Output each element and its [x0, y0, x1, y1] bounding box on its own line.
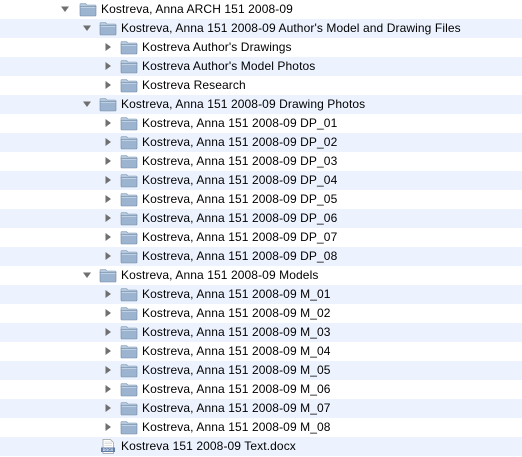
folder-icon — [120, 59, 138, 74]
folder-name: Kostreva, Anna 151 2008-09 M_03 — [142, 325, 331, 339]
folder-icon — [120, 230, 138, 245]
disclosure-triangle-collapsed-icon[interactable] — [103, 289, 113, 299]
disclosure-triangle-collapsed-icon[interactable] — [103, 213, 113, 223]
folder-row[interactable]: Kostreva Author's Drawings — [0, 38, 522, 57]
folder-icon — [120, 154, 138, 169]
docx-file-icon: DOCX — [99, 439, 117, 454]
disclosure-triangle-collapsed-icon[interactable] — [103, 175, 113, 185]
folder-row[interactable]: Kostreva, Anna 151 2008-09 M_01 — [0, 285, 522, 304]
folder-row[interactable]: Kostreva, Anna 151 2008-09 DP_08 — [0, 247, 522, 266]
folder-icon — [120, 173, 138, 188]
folder-name: Kostreva, Anna 151 2008-09 M_01 — [142, 287, 331, 301]
disclosure-triangle-collapsed-icon[interactable] — [103, 327, 113, 337]
disclosure-triangle-collapsed-icon[interactable] — [103, 365, 113, 375]
folder-icon — [120, 192, 138, 207]
folder-name: Kostreva Author's Model Photos — [142, 59, 316, 73]
folder-icon — [120, 306, 138, 321]
folder-row[interactable]: Kostreva, Anna 151 2008-09 DP_04 — [0, 171, 522, 190]
folder-icon — [120, 211, 138, 226]
folder-row[interactable]: Kostreva, Anna 151 2008-09 DP_07 — [0, 228, 522, 247]
folder-name: Kostreva, Anna 151 2008-09 M_06 — [142, 382, 331, 396]
disclosure-triangle-collapsed-icon[interactable] — [103, 118, 113, 128]
folder-name: Kostreva, Anna 151 2008-09 DP_02 — [142, 135, 338, 149]
folder-group-row[interactable]: Kostreva, Anna 151 2008-09 Author's Mode… — [0, 19, 522, 38]
folder-row[interactable]: Kostreva, Anna 151 2008-09 DP_02 — [0, 133, 522, 152]
folder-row[interactable]: Kostreva, Anna 151 2008-09 M_04 — [0, 342, 522, 361]
folder-icon — [120, 420, 138, 435]
folder-name: Kostreva, Anna 151 2008-09 DP_06 — [142, 211, 338, 225]
folder-row[interactable]: Kostreva Research — [0, 76, 522, 95]
folder-name: Kostreva, Anna 151 2008-09 Drawing Photo… — [121, 97, 366, 111]
folder-name: Kostreva, Anna 151 2008-09 M_08 — [142, 420, 331, 434]
folder-name: Kostreva, Anna 151 2008-09 Author's Mode… — [121, 21, 461, 35]
disclosure-triangle-collapsed-icon[interactable] — [103, 42, 113, 52]
folder-name: Kostreva Research — [142, 78, 246, 92]
disclosure-triangle-collapsed-icon[interactable] — [103, 346, 113, 356]
folder-name: Kostreva, Anna 151 2008-09 DP_01 — [142, 116, 338, 130]
disclosure-triangle-collapsed-icon[interactable] — [103, 422, 113, 432]
folder-row[interactable]: Kostreva, Anna 151 2008-09 DP_05 — [0, 190, 522, 209]
folder-group-row[interactable]: Kostreva, Anna 151 2008-09 Drawing Photo… — [0, 95, 522, 114]
folder-row[interactable]: Kostreva, Anna 151 2008-09 M_05 — [0, 361, 522, 380]
folder-name: Kostreva, Anna 151 2008-09 M_04 — [142, 344, 331, 358]
folder-name: Kostreva, Anna 151 2008-09 DP_05 — [142, 192, 338, 206]
folder-group-row[interactable]: Kostreva, Anna 151 2008-09 Models — [0, 266, 522, 285]
folder-icon — [120, 78, 138, 93]
folder-row[interactable]: Kostreva, Anna 151 2008-09 DP_03 — [0, 152, 522, 171]
folder-row[interactable]: Kostreva, Anna 151 2008-09 M_03 — [0, 323, 522, 342]
disclosure-triangle-collapsed-icon[interactable] — [103, 232, 113, 242]
folder-icon — [99, 97, 117, 112]
folder-name: Kostreva, Anna 151 2008-09 M_07 — [142, 401, 331, 415]
disclosure-triangle-collapsed-icon[interactable] — [103, 251, 113, 261]
file-name: Kostreva 151 2008-09 Text.docx — [121, 439, 296, 453]
folder-row[interactable]: Kostreva, Anna 151 2008-09 M_07 — [0, 399, 522, 418]
folder-icon — [120, 344, 138, 359]
folder-name: Kostreva, Anna 151 2008-09 M_02 — [142, 306, 331, 320]
folder-icon — [120, 249, 138, 264]
disclosure-triangle-expanded-icon[interactable] — [82, 270, 92, 280]
folder-row[interactable]: Kostreva, Anna 151 2008-09 DP_06 — [0, 209, 522, 228]
folder-icon — [79, 2, 97, 17]
folder-name: Kostreva, Anna 151 2008-09 Models — [121, 268, 319, 282]
folder-row[interactable]: Kostreva, Anna 151 2008-09 M_06 — [0, 380, 522, 399]
folder-icon — [99, 268, 117, 283]
folder-icon — [120, 116, 138, 131]
disclosure-triangle-expanded-icon[interactable] — [60, 4, 70, 14]
disclosure-triangle-collapsed-icon[interactable] — [103, 80, 113, 90]
folder-icon — [120, 135, 138, 150]
svg-text:DOCX: DOCX — [103, 448, 114, 452]
folder-name: Kostreva, Anna 151 2008-09 M_05 — [142, 363, 331, 377]
finder-list-view: Kostreva, Anna ARCH 151 2008-09 Kostreva,… — [0, 0, 522, 457]
disclosure-triangle-collapsed-icon[interactable] — [103, 194, 113, 204]
disclosure-triangle-collapsed-icon[interactable] — [103, 156, 113, 166]
file-row[interactable]: DOCX Kostreva 151 2008-09 Text.docx — [0, 437, 522, 456]
folder-icon — [120, 325, 138, 340]
disclosure-triangle-collapsed-icon[interactable] — [103, 308, 113, 318]
disclosure-triangle-collapsed-icon[interactable] — [103, 137, 113, 147]
folder-icon — [99, 21, 117, 36]
folder-name: Kostreva Author's Drawings — [142, 40, 292, 54]
folder-icon — [120, 287, 138, 302]
disclosure-triangle-collapsed-icon[interactable] — [103, 61, 113, 71]
folder-row[interactable]: Kostreva, Anna 151 2008-09 M_08 — [0, 418, 522, 437]
folder-icon — [120, 382, 138, 397]
folder-icon — [120, 363, 138, 378]
folder-name: Kostreva, Anna 151 2008-09 DP_08 — [142, 249, 338, 263]
folder-name: Kostreva, Anna ARCH 151 2008-09 — [101, 2, 293, 16]
disclosure-triangle-collapsed-icon[interactable] — [103, 384, 113, 394]
folder-row[interactable]: Kostreva Author's Model Photos — [0, 57, 522, 76]
disclosure-triangle-expanded-icon[interactable] — [82, 99, 92, 109]
folder-row[interactable]: Kostreva, Anna 151 2008-09 DP_01 — [0, 114, 522, 133]
disclosure-triangle-collapsed-icon[interactable] — [103, 403, 113, 413]
folder-name: Kostreva, Anna 151 2008-09 DP_07 — [142, 230, 338, 244]
folder-row[interactable]: Kostreva, Anna 151 2008-09 M_02 — [0, 304, 522, 323]
folder-name: Kostreva, Anna 151 2008-09 DP_04 — [142, 173, 338, 187]
folder-name: Kostreva, Anna 151 2008-09 DP_03 — [142, 154, 338, 168]
folder-group-row[interactable]: Kostreva, Anna ARCH 151 2008-09 — [0, 0, 522, 19]
folder-icon — [120, 40, 138, 55]
folder-icon — [120, 401, 138, 416]
disclosure-triangle-expanded-icon[interactable] — [82, 23, 92, 33]
